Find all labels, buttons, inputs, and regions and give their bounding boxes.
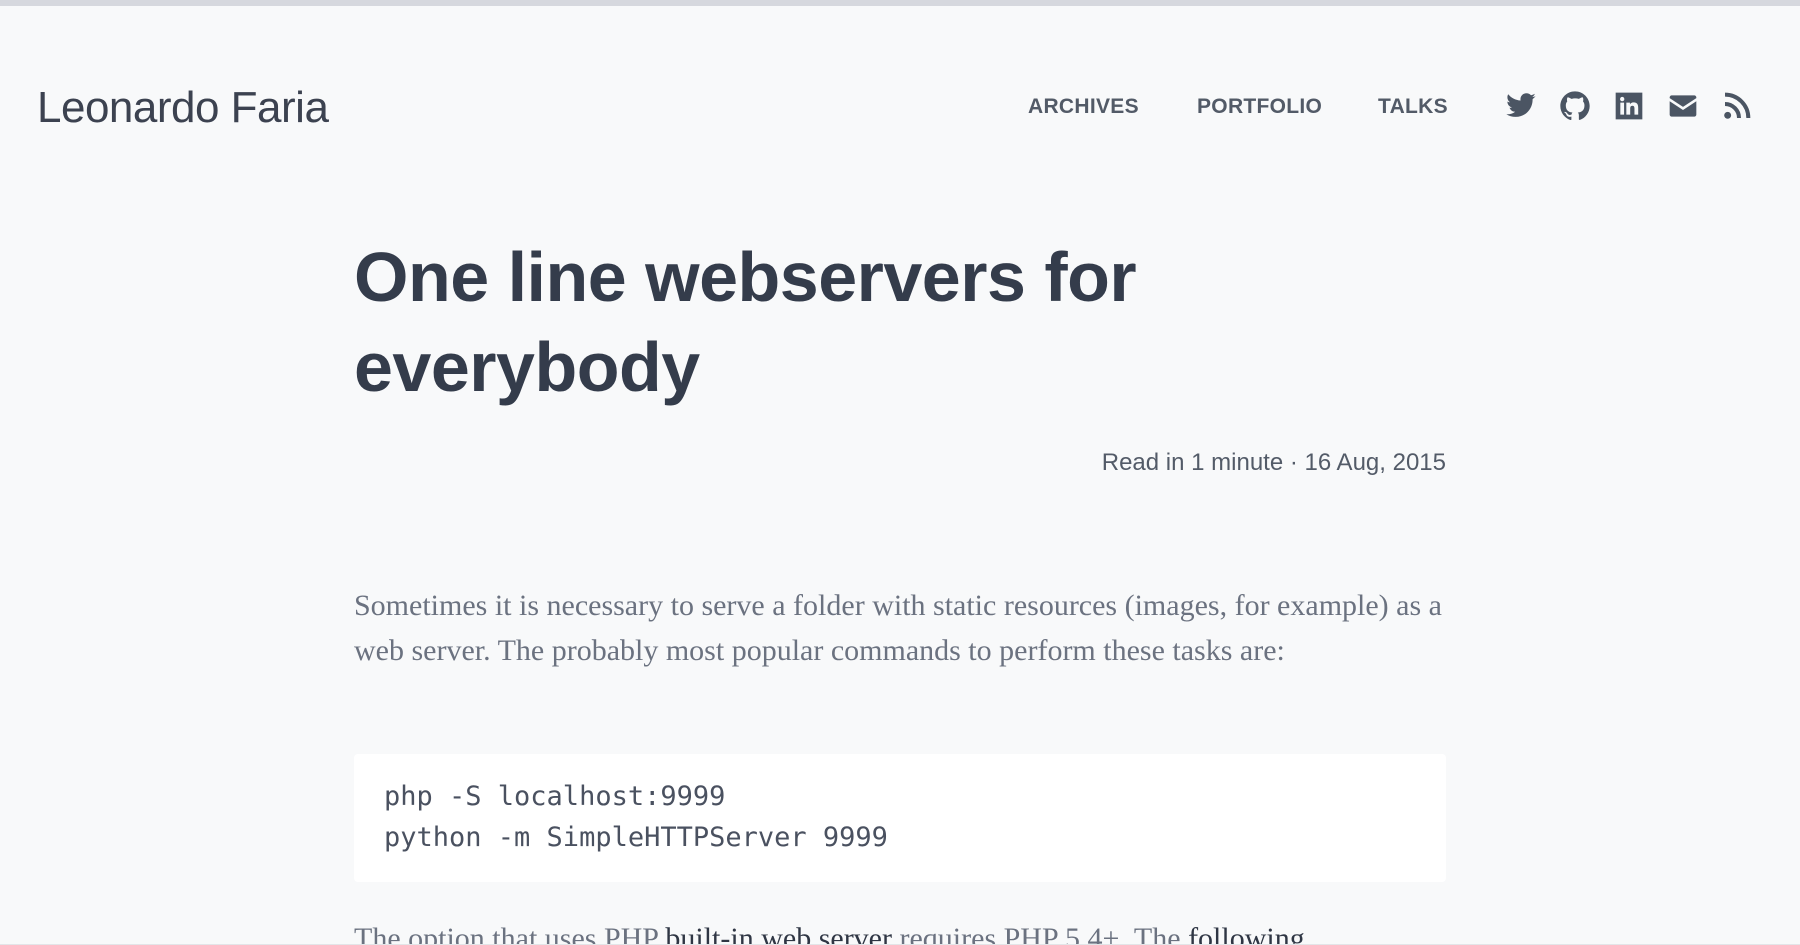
built-in-web-server-link[interactable]: built-in web server xyxy=(665,922,892,945)
code-line: php -S localhost:9999 xyxy=(384,781,726,812)
post-meta: Read in 1 minute · 16 Aug, 2015 xyxy=(1101,449,1446,476)
nav-portfolio-link[interactable]: PORTFOLIO xyxy=(1197,93,1322,121)
intro-paragraph: Sometimes it is necessary to serve a fol… xyxy=(354,589,1442,667)
top-accent-bar xyxy=(0,0,1800,6)
site-title-link[interactable]: Leonardo Faria xyxy=(37,80,329,136)
github-icon[interactable] xyxy=(1559,90,1591,122)
code-line: python -m SimpleHTTPServer 9999 xyxy=(384,822,888,853)
post-title: One line webservers for everybody xyxy=(354,238,1137,406)
paragraph-text: The option that uses PHP xyxy=(354,922,666,945)
nav-archives-link[interactable]: ARCHIVES xyxy=(1028,93,1139,121)
following-link[interactable]: following xyxy=(1188,922,1305,945)
code-block: php -S localhost:9999 python -m SimpleHT… xyxy=(354,754,1446,882)
paragraph-text: requires PHP 5.4+. The xyxy=(892,922,1189,945)
linkedin-icon[interactable] xyxy=(1613,90,1645,122)
next-paragraph: The option that uses PHP built-in web se… xyxy=(354,916,1446,945)
twitter-icon[interactable] xyxy=(1505,90,1537,122)
rss-icon[interactable] xyxy=(1721,90,1753,122)
email-icon[interactable] xyxy=(1667,90,1699,122)
nav-talks-link[interactable]: TALKS xyxy=(1378,93,1448,121)
